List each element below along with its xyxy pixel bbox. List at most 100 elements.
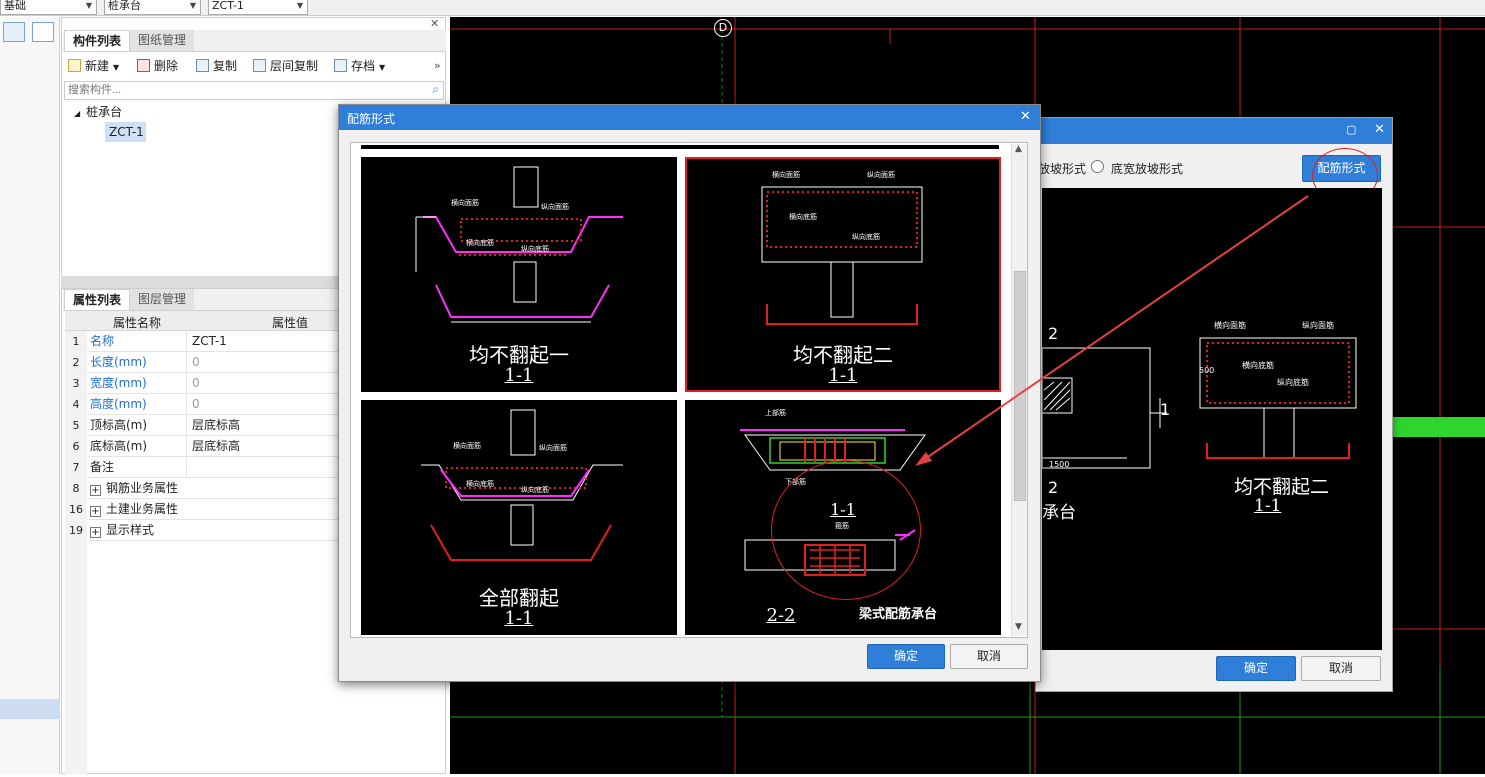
copy-icon [196, 59, 209, 72]
prop-group-row[interactable]: 19 + 显示样式 [65, 520, 339, 541]
ok-button[interactable]: 确定 [867, 644, 945, 669]
rebar-style-dialog: 配筋形式 ✕ 横向面筋 纵向面筋 横向底筋 纵向底筋 均不翻起一 1-1 横向面… [338, 104, 1041, 682]
tab-layer-manage[interactable]: 图层管理 [130, 289, 195, 310]
component-name-select[interactable]: ZCT-1 ▼ [208, 0, 308, 15]
prop-row[interactable]: 2 长度(mm) 0 [65, 352, 339, 373]
list-view-icon[interactable] [3, 22, 25, 42]
svg-text:横向面筋: 横向面筋 [451, 198, 479, 207]
close-icon[interactable]: ✕ [1020, 109, 1031, 124]
radio-button[interactable] [1091, 160, 1104, 173]
svg-text:横向底筋: 横向底筋 [466, 479, 494, 488]
expand-icon[interactable]: + [90, 485, 101, 496]
floor-copy-icon [253, 59, 266, 72]
preview-caption: 均不翻起二 [1234, 476, 1330, 498]
floor-type-select[interactable]: 基础 ▼ [0, 0, 97, 15]
scrollbar[interactable]: ▲ ▼ [1011, 144, 1027, 636]
svg-text:纵向底筋: 纵向底筋 [521, 485, 549, 494]
radio-slope-label[interactable]: 放坡形式 [1038, 160, 1086, 177]
red-highlight-circle [771, 460, 921, 600]
svg-text:横向底筋: 横向底筋 [466, 238, 494, 247]
back-cancel-button[interactable]: 取消 [1301, 656, 1381, 681]
component-type-select[interactable]: 桩承台 ▼ [104, 0, 201, 15]
preview-label-2: 2 [1048, 324, 1059, 343]
option-caption: 全部翻起 [479, 586, 559, 610]
tree-item-selected[interactable]: ZCT-1 [105, 122, 146, 142]
search-input[interactable] [65, 82, 415, 98]
prop-row[interactable]: 3 宽度(mm) 0 [65, 373, 339, 394]
expand-icon[interactable]: + [90, 527, 101, 538]
chevron-down-icon: ▼ [296, 1, 303, 10]
search-box: ⌕ [64, 81, 444, 100]
svg-text:纵向面筋: 纵向面筋 [1302, 320, 1334, 330]
preview-canvas: 横向面筋 纵向面筋 横向底筋 纵向底筋 500 2 1 2 承台 1500 均不… [1041, 188, 1382, 650]
prop-group-row[interactable]: 16 + 土建业务属性 [65, 499, 339, 520]
delete-button[interactable]: 删除 [137, 57, 178, 75]
prop-header: 属性名称 属性值 [65, 311, 339, 331]
option-sub: 1-1 [504, 365, 534, 386]
preview-sub: 1-1 [1254, 496, 1282, 516]
svg-text:横向面筋: 横向面筋 [1214, 320, 1246, 330]
option-caption: 梁式配筋承台 [859, 607, 938, 622]
svg-text:纵向底筋: 纵向底筋 [852, 232, 880, 241]
svg-text:纵向面筋: 纵向面筋 [541, 202, 569, 211]
svg-text:500: 500 [1199, 366, 1214, 375]
prop-row[interactable]: 7 备注 [65, 457, 339, 478]
preview-label-1: 1 [1160, 400, 1171, 419]
pile-cap-dialog: ▢ ✕ 放坡形式 底宽放坡形式 配筋形式 横向面筋 纵向面筋 横向底筋 纵向底筋… [1035, 117, 1393, 692]
search-icon[interactable]: ⌕ [432, 82, 439, 97]
scroll-down-icon[interactable]: ▼ [1015, 622, 1022, 632]
tab-drawing-manage[interactable]: 图纸管理 [130, 30, 195, 51]
svg-text:纵向面筋: 纵向面筋 [539, 443, 567, 452]
copy-button[interactable]: 复制 [196, 57, 237, 75]
prop-header-name: 属性名称 [113, 316, 162, 330]
prop-empty-rownum-column [65, 541, 87, 774]
option-sub: 1-1 [504, 608, 534, 629]
svg-text:纵向面筋: 纵向面筋 [867, 170, 895, 179]
option-caption: 均不翻起一 [469, 343, 569, 367]
tree-root[interactable]: ◢ 桩承台 [74, 103, 122, 120]
tab-property-list[interactable]: 属性列表 [64, 289, 131, 310]
svg-text:横向底筋: 横向底筋 [1242, 360, 1274, 370]
back-ok-button[interactable]: 确定 [1216, 656, 1296, 681]
axis-label-d: D [714, 19, 732, 37]
expand-icon[interactable]: + [90, 506, 101, 517]
preview-drawing: 横向面筋 纵向面筋 横向底筋 纵向底筋 500 [1041, 320, 1357, 469]
cancel-button[interactable]: 取消 [950, 644, 1028, 669]
archive-icon [334, 59, 347, 72]
prop-header-value: 属性值 [272, 316, 309, 330]
option-all-bend-up[interactable]: 横向面筋 纵向面筋 横向底筋 纵向底筋 全部翻起 1-1 [361, 400, 677, 635]
preview-dim: 1500 [1049, 460, 1070, 469]
collapse-icon: ◢ [74, 109, 81, 118]
radio-bottom-width-label[interactable]: 底宽放坡形式 [1111, 160, 1183, 177]
option-beam-style-cap[interactable]: 上部筋 下部筋 箍筋 1-1 2-2 梁式配筋承台 [685, 400, 1001, 635]
prop-row[interactable]: 5 顶标高(m) 层底标高 [65, 415, 339, 436]
prop-row[interactable]: 6 底标高(m) 层底标高 [65, 436, 339, 457]
floor-copy-button[interactable]: 层间复制 [253, 57, 318, 75]
scroll-up-icon[interactable]: ▲ [1015, 144, 1022, 154]
prop-group-row[interactable]: 8 + 钢筋业务属性 [65, 478, 339, 499]
option-sub-top: 1-1 [830, 500, 856, 519]
option-sub: 1-1 [828, 365, 858, 386]
svg-text:横向面筋: 横向面筋 [772, 170, 800, 179]
option-uniform-no-bend-2[interactable]: 横向面筋 纵向面筋 横向底筋 纵向底筋 均不翻起二 1-1 [685, 157, 1001, 392]
maximize-icon[interactable]: ▢ [1346, 123, 1356, 136]
prop-row[interactable]: 4 高度(mm) 0 [65, 394, 339, 415]
delete-icon [137, 59, 150, 72]
new-button[interactable]: 新建 ▼ [68, 57, 119, 75]
nav-selected-item[interactable] [0, 699, 60, 719]
more-icon[interactable]: » [434, 59, 441, 72]
archive-button[interactable]: 存档 ▼ [334, 57, 385, 75]
close-icon[interactable]: ✕ [430, 17, 439, 30]
close-icon[interactable]: ✕ [1374, 122, 1385, 137]
chevron-down-icon: ▼ [113, 63, 120, 72]
option-uniform-no-bend-1[interactable]: 横向面筋 纵向面筋 横向底筋 纵向底筋 均不翻起一 1-1 [361, 157, 677, 392]
prop-row[interactable]: 1 名称 ZCT-1 [65, 331, 339, 352]
tab-component-list[interactable]: 构件列表 [64, 30, 131, 51]
scroll-thumb[interactable] [1014, 271, 1026, 501]
option-caption: 均不翻起二 [793, 343, 893, 367]
left-nav-strip [0, 17, 60, 774]
layout-view-icon[interactable] [32, 22, 54, 42]
svg-text:纵向底筋: 纵向底筋 [521, 244, 549, 253]
svg-text:上部筋: 上部筋 [765, 408, 786, 417]
top-partial-strip [361, 145, 999, 149]
